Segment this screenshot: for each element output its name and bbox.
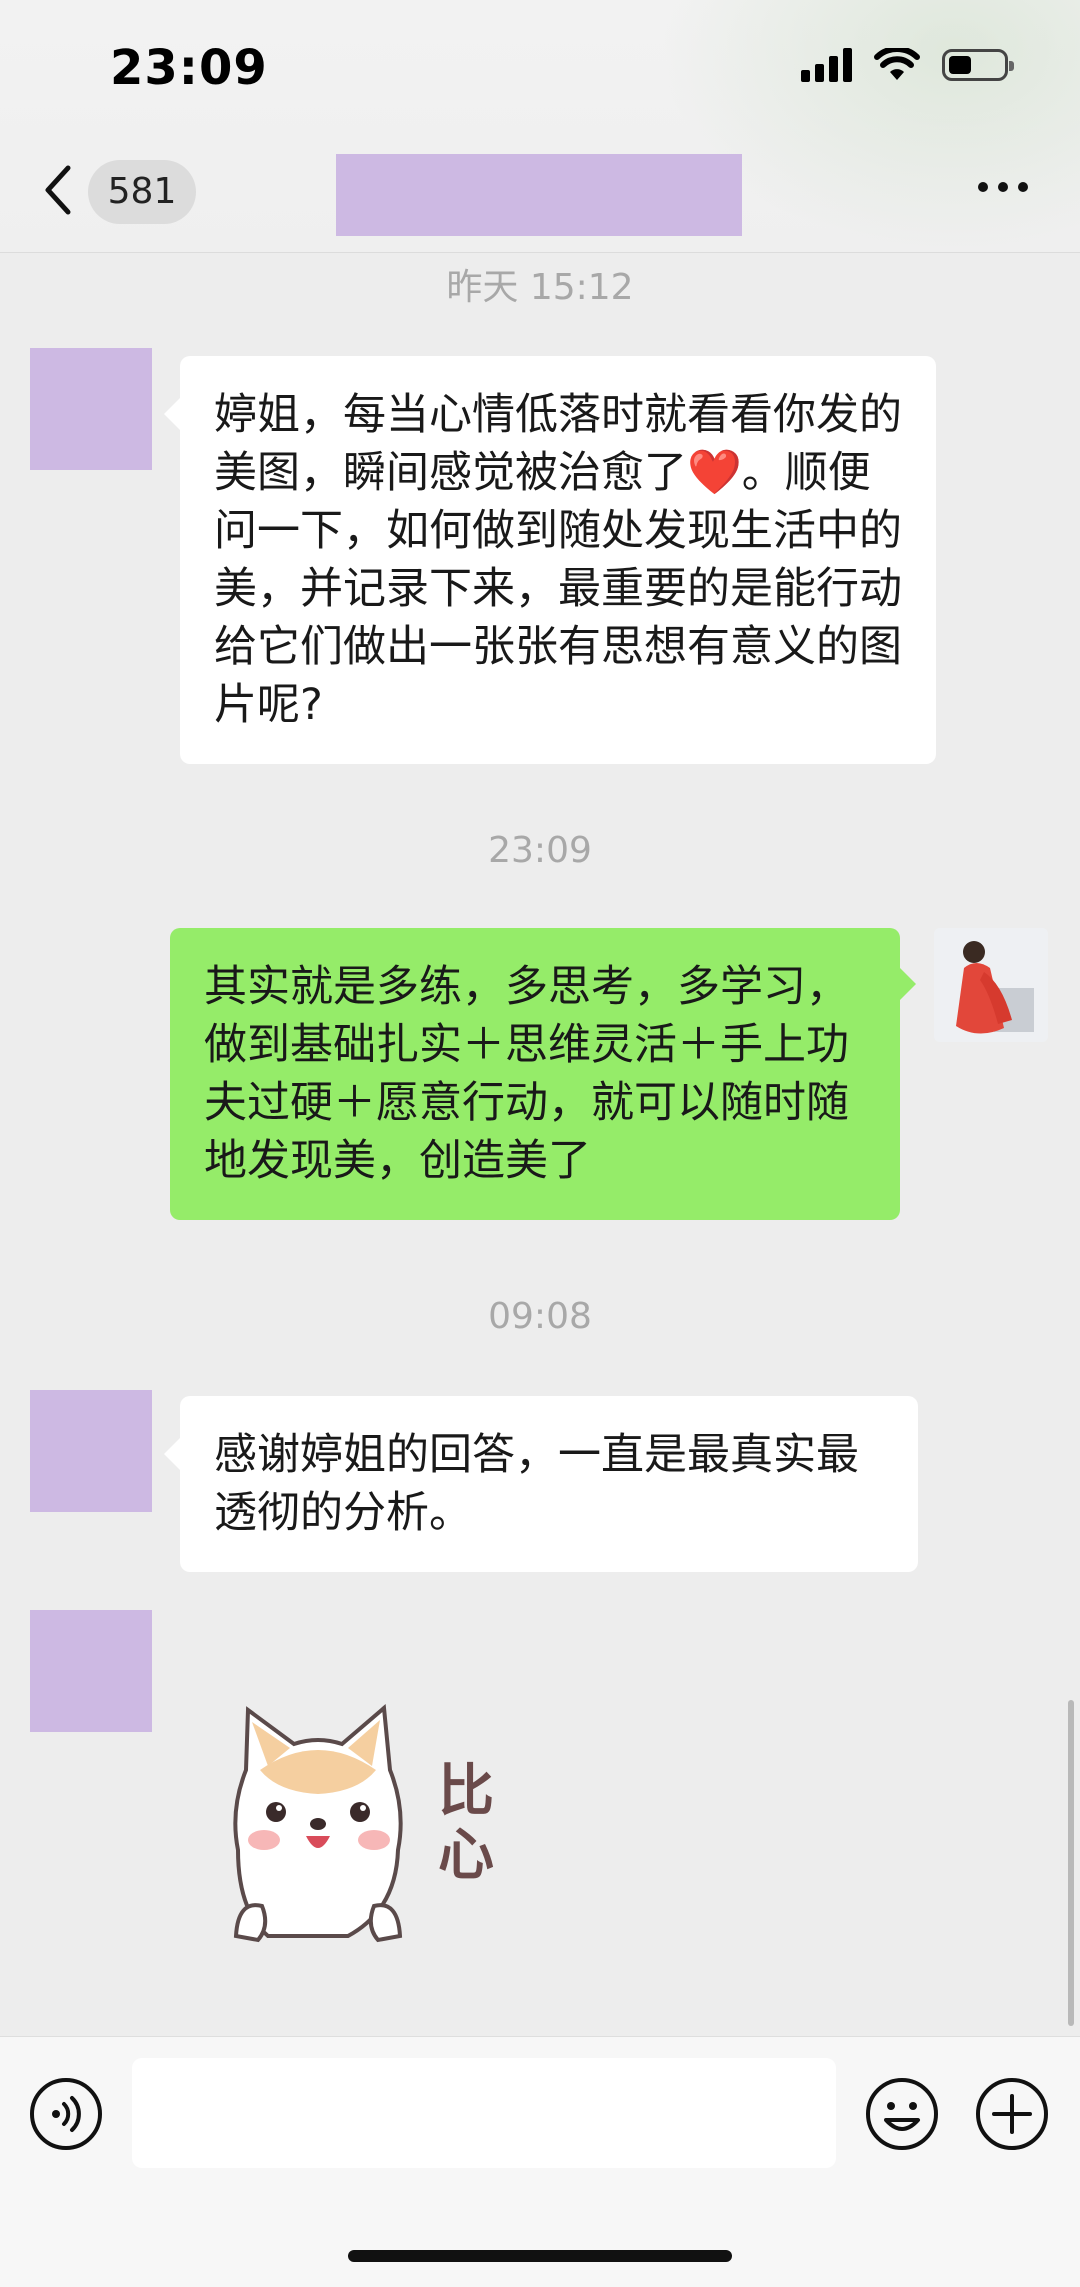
self-avatar[interactable] — [934, 928, 1048, 1042]
unread-count-badge[interactable]: 581 — [88, 160, 196, 224]
home-indicator — [348, 2250, 732, 2262]
wifi-icon — [874, 48, 920, 80]
back-button[interactable] — [40, 160, 80, 220]
signal-icon — [801, 48, 852, 82]
sticker-caption: 比心 — [438, 1759, 494, 1888]
more-dots-icon[interactable] — [978, 182, 1028, 192]
heart-emoji: ❤️ — [687, 447, 742, 498]
message-bubble-incoming[interactable]: 婷姐，每当心情低落时就看看你发的美图，瞬间感觉被治愈了❤️。顺便问一下，如何做到… — [164, 356, 936, 764]
contact-avatar[interactable] — [30, 348, 152, 470]
message-timestamp: 09:08 — [488, 1296, 592, 1337]
emoji-button[interactable] — [864, 2076, 940, 2152]
message-timestamp: 23:09 — [488, 830, 592, 871]
plus-icon — [976, 2078, 1048, 2150]
plus-button[interactable] — [974, 2076, 1050, 2152]
chat-scrollbar[interactable] — [1068, 1700, 1074, 2026]
contact-avatar[interactable] — [30, 1610, 152, 1732]
contact-avatar[interactable] — [30, 1390, 152, 1512]
avatar-photo — [934, 928, 1048, 1042]
voice-icon — [30, 2078, 102, 2150]
status-time: 23:09 — [110, 40, 268, 96]
sticker-message[interactable]: 比心 — [208, 1700, 528, 1960]
message-text: 感谢婷姐的回答，一直是最真实最透彻的分析。 — [214, 1430, 859, 1538]
message-bubble-incoming[interactable]: 感谢婷姐的回答，一直是最真实最透彻的分析。 — [164, 1396, 918, 1572]
status-icons — [801, 48, 1014, 82]
voice-button[interactable] — [28, 2076, 104, 2152]
chat-title-redacted — [336, 154, 742, 236]
message-text: 其实就是多练，多思考，多学习，做到基础扎实＋思维灵活＋手上功夫过硬＋愿意行动，就… — [204, 962, 849, 1186]
battery-icon — [942, 49, 1014, 81]
back-chevron-icon — [45, 165, 71, 215]
message-bubble-outgoing[interactable]: 其实就是多练，多思考，多学习，做到基础扎实＋思维灵活＋手上功夫过硬＋愿意行动，就… — [170, 928, 916, 1220]
emoji-icon — [866, 2078, 938, 2150]
message-input[interactable] — [132, 2058, 836, 2168]
message-timestamp: 昨天 15:12 — [446, 267, 634, 308]
